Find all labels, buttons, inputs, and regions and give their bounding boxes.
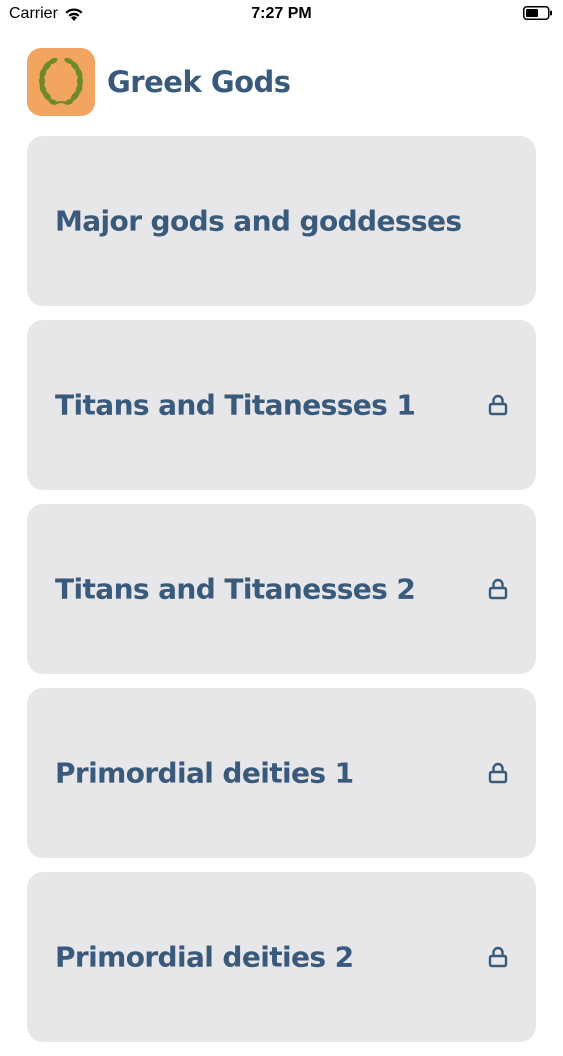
category-card-primordial-2[interactable]: Primordial deities 2 [27, 872, 536, 1042]
category-card-major-gods[interactable]: Major gods and goddesses [27, 136, 536, 306]
laurel-wreath-icon [39, 57, 83, 105]
status-time: 7:27 PM [251, 5, 312, 22]
category-list: Major gods and goddesses Titans and Tita… [27, 136, 536, 1056]
app-title: Greek Gods [107, 65, 291, 99]
category-label: Primordial deities 1 [55, 756, 354, 790]
category-label: Titans and Titanesses 1 [55, 388, 416, 422]
category-card-titans-1[interactable]: Titans and Titanesses 1 [27, 320, 536, 490]
category-label: Titans and Titanesses 2 [55, 572, 416, 606]
category-label: Primordial deities 2 [55, 940, 354, 974]
app-header: Greek Gods [27, 48, 291, 116]
lock-icon [488, 762, 508, 784]
lock-icon [488, 394, 508, 416]
app-icon [27, 48, 95, 116]
status-bar: Carrier 7:27 PM [0, 0, 563, 30]
category-label: Major gods and goddesses [55, 204, 462, 238]
battery-icon [523, 6, 552, 20]
lock-icon [488, 946, 508, 968]
lock-icon [488, 578, 508, 600]
category-card-primordial-1[interactable]: Primordial deities 1 [27, 688, 536, 858]
category-card-titans-2[interactable]: Titans and Titanesses 2 [27, 504, 536, 674]
